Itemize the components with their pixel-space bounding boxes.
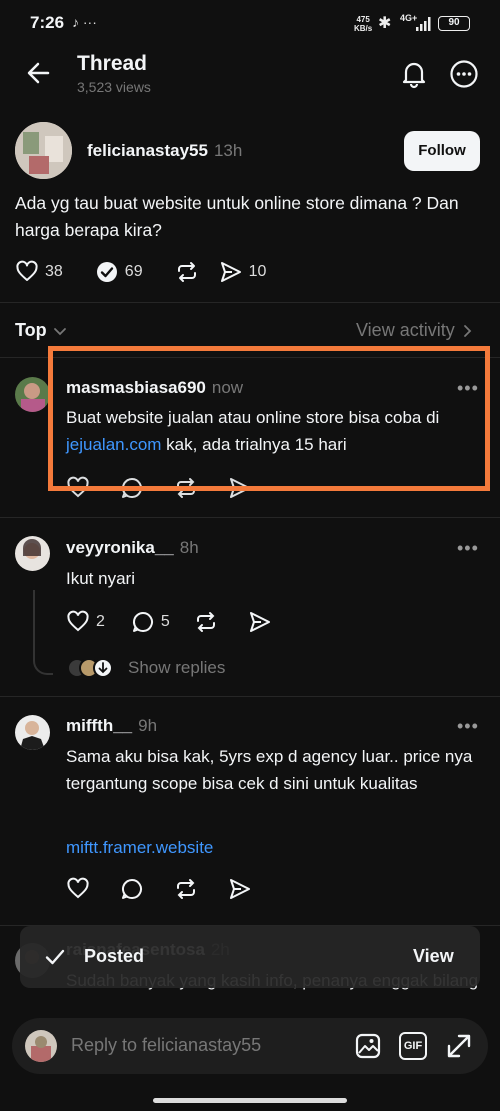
post-share-count: 10 — [248, 263, 267, 280]
more-options-button[interactable] — [449, 59, 479, 89]
bluetooth-icon: ✱ — [378, 15, 392, 32]
back-button[interactable] — [26, 60, 52, 86]
repost-icon[interactable] — [194, 610, 218, 634]
reply-comment-count: 5 — [160, 613, 170, 630]
view-activity-link[interactable]: View activity — [356, 320, 475, 341]
send-icon — [220, 262, 241, 282]
chevron-down-icon — [53, 327, 66, 335]
toast-view-button[interactable]: View — [413, 946, 454, 967]
reply-username[interactable]: miffth__ — [66, 716, 132, 735]
check-icon — [45, 949, 65, 965]
reply-more-button[interactable]: ••• — [457, 716, 479, 737]
follow-button[interactable]: Follow — [404, 131, 480, 171]
thread-line — [33, 590, 53, 675]
sort-label: Top — [15, 320, 47, 340]
network-type: 4G+ — [400, 13, 418, 23]
notifications-button[interactable] — [399, 59, 429, 89]
avatar-photo — [15, 536, 50, 571]
comment-icon — [132, 611, 153, 632]
view-activity-label: View activity — [356, 320, 455, 340]
highlight-box — [48, 346, 490, 491]
signal-icon — [416, 17, 431, 31]
reply-more-button[interactable]: ••• — [457, 538, 479, 559]
reply-like-count: 2 — [96, 613, 105, 630]
status-bar: 7:26 ♪ ··· 475 KB/s ✱ 4G+ 90 — [0, 0, 500, 48]
reply-time: 9h — [138, 716, 158, 735]
composer-avatar — [25, 1030, 57, 1062]
sort-dropdown[interactable]: Top — [15, 320, 68, 341]
post-repost-button[interactable] — [175, 260, 199, 284]
post-reply-count: 69 — [124, 263, 143, 280]
post-share-button[interactable]: 10 — [219, 260, 267, 284]
reply-like-button[interactable]: 2 — [66, 610, 105, 634]
home-indicator[interactable] — [153, 1098, 347, 1103]
reply-avatar[interactable] — [15, 536, 50, 571]
post-actions: 38 69 10 — [15, 260, 266, 284]
reply-check-icon — [96, 262, 117, 282]
comment-icon[interactable] — [120, 877, 144, 901]
send-icon[interactable] — [248, 610, 272, 634]
divider — [0, 302, 500, 303]
reply-actions: 2 5 — [66, 610, 272, 634]
show-replies-link[interactable]: Show replies — [66, 656, 225, 680]
reply-avatar[interactable] — [15, 715, 50, 750]
send-icon[interactable] — [228, 877, 252, 901]
gif-button[interactable]: GIF — [399, 1032, 427, 1060]
image-icon[interactable] — [354, 1032, 382, 1060]
reply-text: Sama aku bisa kak, 5yrs exp d agency lua… — [66, 747, 473, 793]
reply-link[interactable]: miftt.framer.website — [66, 834, 213, 861]
avatar-photo — [15, 377, 50, 412]
divider — [0, 517, 500, 518]
post-like-count: 38 — [45, 263, 63, 280]
avatar-photo — [15, 715, 50, 750]
heart-icon — [67, 610, 89, 632]
reply-composer[interactable]: Reply to felicianastay55 GIF — [12, 1018, 488, 1074]
expand-icon[interactable] — [445, 1032, 473, 1060]
heart-icon — [16, 260, 38, 281]
status-time: 7:26 — [30, 13, 65, 32]
show-replies-label: Show replies — [128, 658, 226, 677]
page-title: Thread — [77, 52, 148, 75]
net-speed: 475 KB/s — [354, 15, 373, 33]
reply-input[interactable]: Reply to felicianastay55 — [71, 1035, 261, 1056]
reply-header: miffth__ 9h — [66, 716, 157, 736]
reply-text: Ikut nyari — [66, 569, 135, 588]
post-text: Ada yg tau buat website untuk online sto… — [15, 193, 459, 240]
post-author-username[interactable]: felicianastay55 — [87, 141, 208, 160]
post-like-button[interactable]: 38 — [15, 260, 63, 284]
back-arrow-icon — [27, 62, 50, 84]
repost-icon — [177, 262, 196, 282]
avatar-photo — [25, 1030, 57, 1062]
divider — [0, 696, 500, 697]
reply-time: 8h — [179, 538, 199, 557]
battery-indicator: 90 — [438, 16, 470, 31]
reply-comment-button[interactable]: 5 — [131, 610, 170, 634]
avatar-photo — [15, 122, 72, 179]
view-count: 3,523 views — [77, 79, 151, 95]
reply-header: veyyronika__ 8h — [66, 538, 199, 558]
repost-icon[interactable] — [174, 877, 198, 901]
reply-avatar[interactable] — [15, 377, 50, 412]
status-extra-icons: ♪ ··· — [72, 14, 97, 30]
chevron-right-icon — [463, 324, 471, 337]
post-reply-button[interactable]: 69 — [95, 260, 143, 284]
posted-toast: Posted View — [20, 926, 480, 988]
bell-icon — [402, 62, 426, 89]
more-circle-icon — [450, 60, 478, 88]
reply-actions — [66, 877, 252, 901]
heart-icon[interactable] — [66, 877, 90, 901]
post-header: felicianastay55 13h — [87, 140, 242, 161]
reply-username[interactable]: veyyronika__ — [66, 538, 174, 557]
post-author-avatar[interactable] — [15, 122, 72, 179]
toast-label: Posted — [84, 946, 145, 966]
post-time: 13h — [213, 141, 243, 160]
reply-avatars-stack — [67, 658, 113, 678]
